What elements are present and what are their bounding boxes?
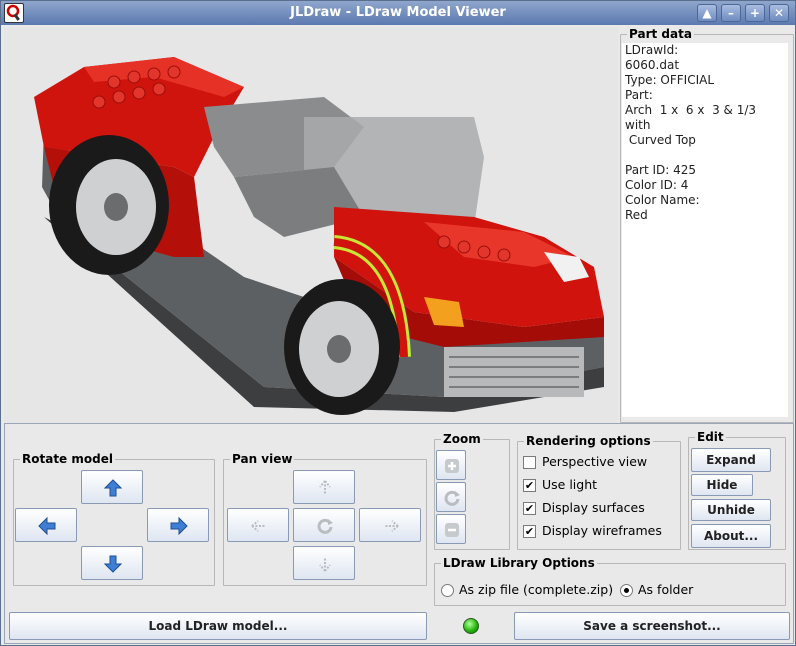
rotate-down-button[interactable]: [81, 546, 143, 580]
window-title: JLDraw - LDraw Model Viewer: [290, 5, 506, 20]
zoom-reset-icon: [444, 490, 460, 506]
zoom-out-button[interactable]: [436, 514, 466, 544]
hide-button[interactable]: Hide: [691, 474, 753, 496]
library-options-legend: LDraw Library Options: [443, 556, 595, 570]
load-model-button[interactable]: Load LDraw model...: [9, 612, 427, 640]
zoom-legend: Zoom: [443, 432, 481, 446]
minimize-window-button[interactable]: –: [721, 4, 741, 22]
pan-up-button[interactable]: [293, 470, 355, 504]
rotate-up-button[interactable]: [81, 470, 143, 504]
pan-reset-button[interactable]: [293, 508, 355, 542]
expand-button[interactable]: Expand: [691, 448, 771, 472]
unhide-button[interactable]: Unhide: [691, 499, 771, 521]
shade-window-button[interactable]: ▲: [697, 4, 717, 22]
pan-view-legend: Pan view: [232, 452, 293, 466]
edit-legend: Edit: [697, 430, 724, 444]
reset-icon: [317, 518, 333, 534]
arrow-left-icon: [38, 517, 56, 535]
pan-down-button[interactable]: [293, 546, 355, 580]
pan-right-icon: [385, 520, 399, 532]
part-data-panel: Part data LDrawId: 6060.dat Type: OFFICI…: [620, 27, 794, 423]
close-window-button[interactable]: ✕: [769, 4, 789, 22]
part-data-text: LDrawId: 6060.dat Type: OFFICIAL Part: A…: [622, 43, 788, 417]
zip-file-radio[interactable]: As zip file (complete.zip): [441, 582, 617, 600]
arrow-down-icon: [104, 555, 122, 573]
save-screenshot-button[interactable]: Save a screenshot...: [514, 612, 790, 640]
checkbox-box[interactable]: ✔: [523, 525, 536, 538]
rendering-options-legend: Rendering options: [526, 434, 651, 448]
pan-left-icon: [251, 520, 265, 532]
rotate-left-button[interactable]: [15, 508, 77, 542]
radio-dot[interactable]: [441, 584, 454, 597]
rotate-right-button[interactable]: [147, 508, 209, 542]
zoom-in-icon: [445, 459, 459, 473]
app-window: JLDraw - LDraw Model Viewer ▲ – + ✕ Part…: [0, 0, 796, 646]
about-button[interactable]: About...: [691, 524, 771, 548]
folder-radio[interactable]: As folder: [620, 582, 720, 600]
checkbox-box[interactable]: [523, 456, 536, 469]
status-led-icon: [463, 618, 479, 634]
arrow-right-icon: [170, 517, 188, 535]
rear-wheel: [49, 135, 169, 275]
rotate-model-legend: Rotate model: [22, 452, 113, 466]
car-model-render: [34, 57, 604, 415]
model-viewport[interactable]: [4, 27, 618, 423]
maximize-window-button[interactable]: +: [745, 4, 765, 22]
checkbox-box[interactable]: ✔: [523, 502, 536, 515]
checkbox-box[interactable]: ✔: [523, 479, 536, 492]
control-panel: Rotate model Pan view Zoom Rendering opt…: [4, 423, 794, 644]
zoom-in-button[interactable]: [436, 450, 466, 480]
zoom-reset-button[interactable]: [436, 482, 466, 512]
part-data-legend: Part data: [629, 27, 692, 41]
pan-left-button[interactable]: [227, 508, 289, 542]
rendering-options-list: Perspective view ✔ Use light ✔ Display sur…: [523, 454, 662, 538]
pan-up-icon: [319, 480, 331, 494]
arrow-up-icon: [104, 479, 122, 497]
radio-dot[interactable]: [620, 584, 633, 597]
zoom-out-icon: [445, 523, 459, 537]
front-wheel: [284, 279, 400, 415]
pan-right-button[interactable]: [359, 508, 421, 542]
title-bar: JLDraw - LDraw Model Viewer ▲ – + ✕: [1, 1, 795, 25]
pan-down-icon: [319, 558, 331, 572]
